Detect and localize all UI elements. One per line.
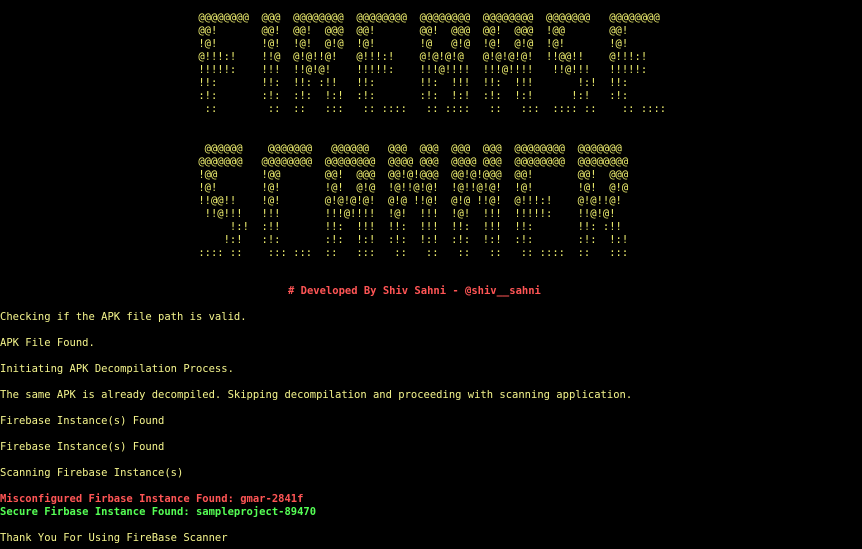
log-line-decompile-start: Initiating APK Decompilation Process. bbox=[0, 363, 234, 375]
log-line-decompile-skip: The same APK is already decompiled. Skip… bbox=[0, 389, 633, 401]
terminal-window: @@@@@@@@ @@@ @@@@@@@@ @@@@@@@@ @@@@@@@@ … bbox=[0, 0, 862, 549]
log-line-thank-you: Thank You For Using FireBase Scanner bbox=[0, 532, 228, 544]
log-line-instances-found-2: Firebase Instance(s) Found bbox=[0, 441, 165, 453]
log-line-path-check: Checking if the APK file path is valid. bbox=[0, 311, 247, 323]
log-line-misconfigured: Misconfigured Firbase Instance Found: gm… bbox=[0, 493, 304, 505]
log-line-apk-found: APK File Found. bbox=[0, 337, 95, 349]
developer-credit: # Developed By Shiv Sahni - @shiv__sahni bbox=[288, 285, 541, 297]
log-line-instances-found-1: Firebase Instance(s) Found bbox=[0, 415, 165, 427]
ascii-banner-firebase: @@@@@@@@ @@@ @@@@@@@@ @@@@@@@@ @@@@@@@@ … bbox=[198, 12, 667, 115]
log-line-secure: Secure Firbase Instance Found: samplepro… bbox=[0, 506, 317, 518]
log-line-scanning: Scanning Firebase Instance(s) bbox=[0, 467, 184, 479]
ascii-banner-scanner: @@@@@@ @@@@@@@ @@@@@@ @@@ @@@ @@@ @@@ @@… bbox=[198, 143, 629, 259]
